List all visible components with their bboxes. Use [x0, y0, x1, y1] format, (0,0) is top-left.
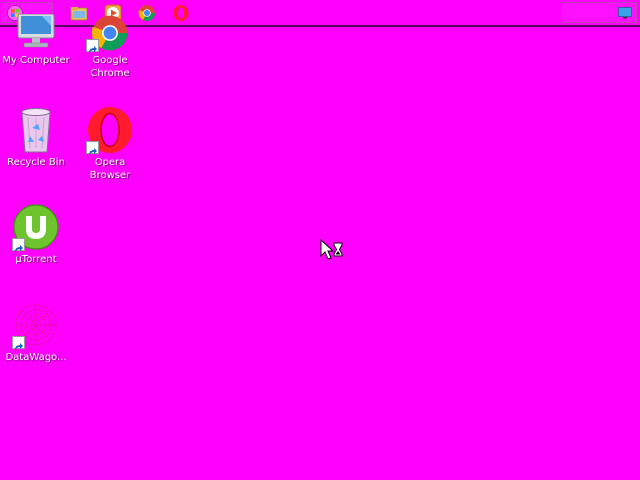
icon-label: Opera Browser	[89, 157, 131, 181]
icon-label: Recycle Bin	[7, 157, 65, 168]
icon-label: My Computer	[2, 55, 70, 66]
icon-label: Google Chrome	[90, 55, 130, 79]
desktop-icon-google-chrome[interactable]: Google Chrome	[74, 14, 146, 80]
computer-icon	[17, 13, 55, 48]
desktop-icon-my-computer[interactable]: My Computer	[0, 13, 72, 67]
shortcut-arrow-icon	[12, 238, 25, 252]
desktop-icon-recycle-bin[interactable]: Recycle Bin	[0, 106, 72, 169]
shortcut-arrow-icon	[86, 39, 99, 53]
icon-label: µTorrent	[15, 254, 57, 265]
desktop-icon-datawagon[interactable]: DataWago...	[0, 301, 72, 364]
show-desktop-icon[interactable]	[618, 7, 632, 19]
shortcut-arrow-icon	[12, 336, 25, 350]
show-desktop-area[interactable]	[561, 2, 637, 23]
shortcut-arrow-icon	[86, 141, 99, 155]
icon-label: DataWago...	[5, 352, 67, 363]
desktop-icon-utorrent[interactable]: µTorrent	[0, 203, 72, 266]
recycle-bin-icon	[21, 108, 51, 153]
desktop-icon-opera-browser[interactable]: Opera Browser	[74, 106, 146, 182]
opera-icon[interactable]	[172, 4, 190, 22]
busy-cursor-icon	[320, 239, 343, 260]
